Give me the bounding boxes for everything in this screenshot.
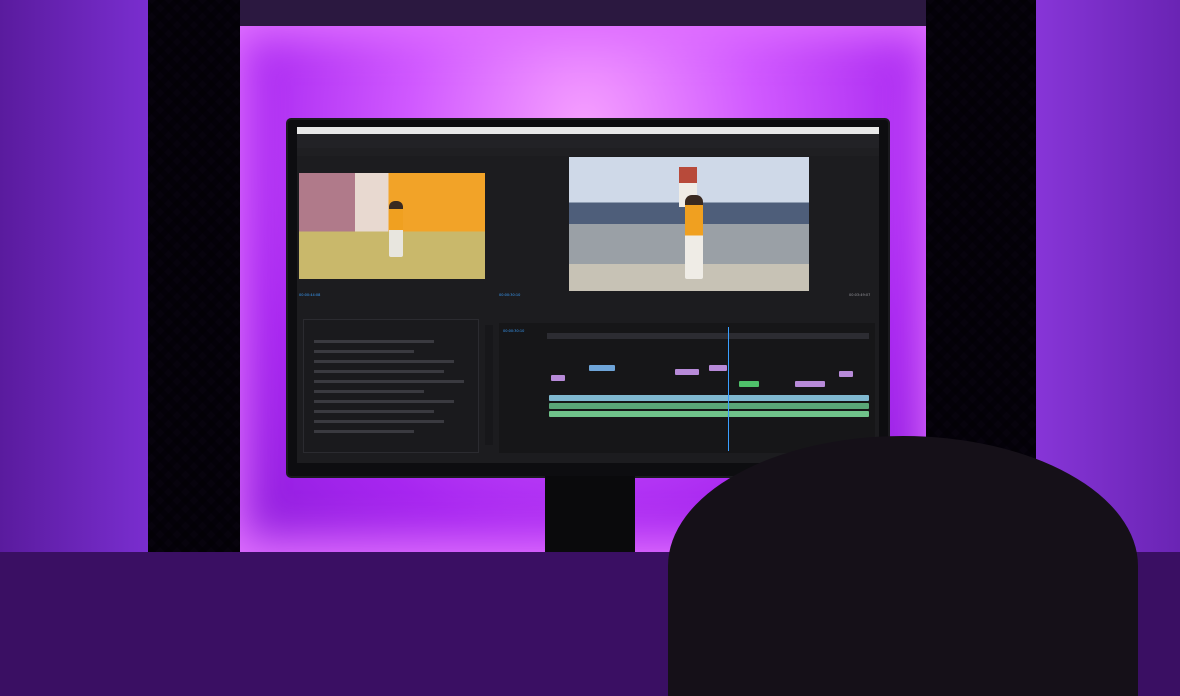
video-clip[interactable] [675,369,699,375]
project-panel [303,319,479,453]
project-row[interactable] [314,410,434,413]
program-timecode: 00:00:30:10 [499,293,521,297]
playhead[interactable] [728,327,729,451]
left-wall [0,0,150,552]
project-row[interactable] [314,430,414,433]
project-row[interactable] [314,360,454,363]
panel-tab-bar [297,148,879,156]
video-clip[interactable] [589,365,615,371]
audio-clip[interactable] [549,403,869,409]
project-row[interactable] [314,340,434,343]
video-clip[interactable] [709,365,727,371]
timeline-ruler[interactable] [547,333,869,339]
chair-back [668,436,1138,696]
audio-clip[interactable] [549,395,869,401]
dancer-figure-program [685,195,703,279]
video-clip[interactable] [551,375,565,381]
computer-monitor: 00:00:44:08 00:00:30:10 00:03:49:07 00:0… [288,120,888,476]
top-shelf [230,0,940,26]
timeline-panel: 00:00:30:10 [499,323,875,453]
video-clip[interactable] [839,371,853,377]
video-clip[interactable] [739,381,759,387]
project-row[interactable] [314,420,444,423]
project-row[interactable] [314,370,444,373]
project-row[interactable] [314,390,424,393]
workspace-bar [297,134,879,148]
source-monitor [299,173,485,279]
acoustic-panel-left [148,0,240,552]
program-duration: 00:03:49:07 [849,293,871,297]
project-row[interactable] [314,350,414,353]
video-clip[interactable] [795,381,825,387]
audio-clip[interactable] [549,411,869,417]
video-editor-screen: 00:00:44:08 00:00:30:10 00:03:49:07 00:0… [297,127,879,463]
project-row[interactable] [314,400,454,403]
source-timecode: 00:00:44:08 [299,293,321,297]
monitor-stand [545,476,635,552]
project-row[interactable] [314,380,464,383]
program-monitor [569,157,809,291]
timeline-timecode: 00:00:30:10 [503,329,525,333]
title-bar [297,127,879,134]
tools-panel [485,325,493,445]
dancer-figure [389,201,403,257]
